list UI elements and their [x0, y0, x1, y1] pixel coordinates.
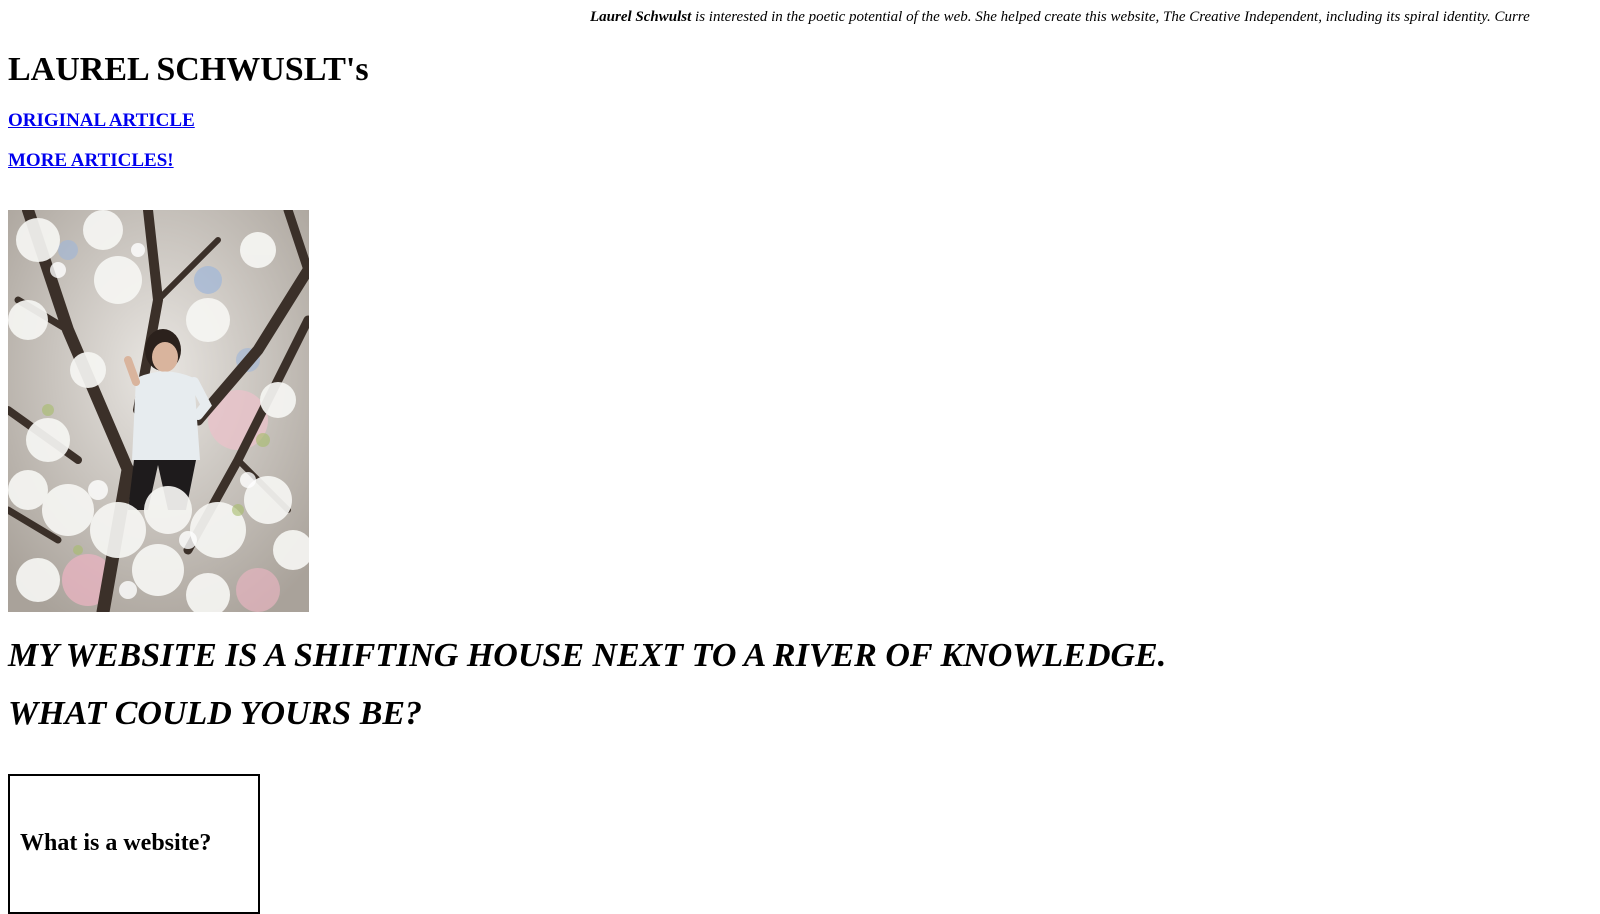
question-card[interactable]: What is a website?: [8, 774, 260, 914]
question-card-title: What is a website?: [20, 830, 212, 856]
more-articles-link[interactable]: MORE ARTICLES!: [8, 150, 174, 172]
profile-photo: [8, 210, 309, 612]
bio-name: Laurel Schwulst: [590, 9, 692, 25]
bio-text: is interested in the poetic potential of…: [695, 9, 1530, 25]
bio-marquee: Laurel Schwulst is interested in the poe…: [590, 6, 1600, 30]
headline-what-could-yours-be: WHAT COULD YOURS BE?: [8, 695, 423, 732]
original-article-link[interactable]: ORIGINAL ARTICLE: [8, 110, 195, 132]
headline-shifting-house: MY WEBSITE IS A SHIFTING HOUSE NEXT TO A…: [8, 637, 1167, 674]
page-title: LAUREL SCHWUSLT's: [8, 51, 369, 88]
